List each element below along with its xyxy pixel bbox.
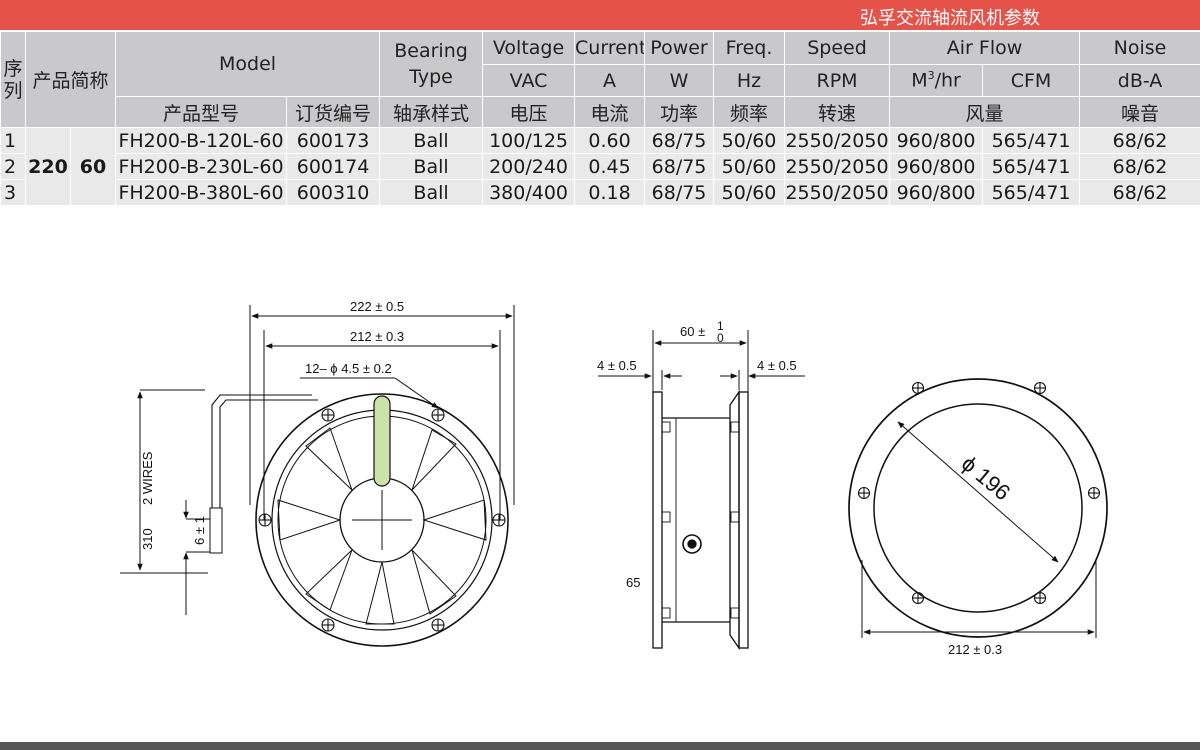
front-view (120, 305, 515, 647)
row-model: FH200-B-230L-60 (115, 153, 288, 180)
row-voltage: 100/125 (482, 127, 576, 154)
row-freq: 50/60 (713, 127, 786, 154)
dim-holes: 12– ϕ 4.5 ± 0.2 (305, 361, 392, 376)
row-noise: 68/62 (1079, 127, 1200, 154)
row-cfm: 565/471 (982, 127, 1081, 154)
unit-m3hr-sup: 3 (927, 69, 935, 83)
row-seq: 2 (0, 153, 26, 180)
row-current: 0.18 (574, 179, 646, 206)
row-bearing: Ball (379, 153, 484, 180)
technical-drawing: 222 ± 0.5 212 ± 0.3 12– ϕ 4.5 ± 0.2 2 WI… (120, 299, 1108, 657)
row-speed: 2550/2050 (784, 153, 891, 180)
cn-header-speed: 转速 (784, 96, 891, 128)
row-bearing: Ball (379, 179, 484, 206)
short-name-60: 60 (69, 127, 117, 206)
row-noise: 68/62 (1079, 179, 1200, 206)
row-power: 68/75 (644, 153, 715, 180)
table-row: 1 220 60 FH200-B-120L-60 600173 Ball 100… (0, 127, 1200, 206)
row-speed: 2550/2050 (784, 179, 891, 206)
cn-header-model: 产品型号 (115, 96, 288, 128)
dim-212-top: 212 ± 0.3 (350, 329, 404, 344)
row-freq: 50/60 (713, 153, 786, 180)
cn-header-current: 电流 (574, 96, 646, 128)
dim-310: 310 (140, 528, 155, 550)
page-title: 弘孚交流轴流风机参数 (860, 8, 1040, 29)
row-bearing: Ball (379, 127, 484, 154)
cn-header-freq: 频率 (713, 96, 786, 128)
row-order-no: 600174 (286, 153, 381, 180)
row-current: 0.45 (574, 153, 646, 180)
header-model: Model (115, 31, 381, 97)
row-noise: 68/62 (1079, 153, 1200, 180)
row-cfm: 565/471 (982, 179, 1081, 206)
dim-6: 6 ± 1 (192, 516, 207, 545)
cn-header-voltage: 电压 (482, 96, 576, 128)
unit-m3hr-base: M (911, 69, 928, 92)
row-cfm: 565/471 (982, 153, 1081, 180)
dim-60-base: 60 ± (680, 324, 705, 339)
row-power: 68/75 (644, 127, 715, 154)
cn-header-airflow: 风量 (889, 96, 1081, 128)
side-view (598, 330, 805, 651)
row-m3hr: 960/800 (889, 179, 984, 206)
row-voltage: 380/400 (482, 179, 576, 206)
spec-table: 序列 产品简称 Model Bearing Type Voltage Curre… (0, 31, 1200, 206)
bottom-bar (0, 742, 1200, 750)
row-seq: 1 (0, 127, 26, 154)
row-model: FH200-B-120L-60 (115, 127, 288, 154)
unit-noise: dB-A (1079, 64, 1200, 97)
dim-4-right: 4 ± 0.5 (757, 358, 797, 373)
header-airflow: Air Flow (889, 31, 1081, 65)
row-speed: 2550/2050 (784, 127, 891, 154)
header-current: Current (574, 31, 646, 65)
table-row: 2 FH200-B-230L-60 600174 Ball 200/240 0.… (0, 153, 1200, 180)
row-order-no: 600173 (286, 127, 381, 154)
dim-4-left: 4 ± 0.5 (597, 358, 637, 373)
dim-60-lower: 0 (717, 331, 724, 345)
header-power: Power (644, 31, 715, 65)
header-speed: Speed (784, 31, 891, 65)
title-bar: 弘孚交流轴流风机参数 (0, 0, 1200, 30)
row-order-no: 600310 (286, 179, 381, 206)
unit-freq: Hz (713, 64, 786, 97)
unit-cfm: CFM (982, 64, 1081, 97)
dim-65: 65 (626, 575, 640, 590)
short-name-220: 220 (25, 127, 71, 206)
cn-header-order-no: 订货编号 (286, 96, 381, 128)
row-m3hr: 960/800 (889, 127, 984, 154)
row-model: FH200-B-380L-60 (115, 179, 288, 206)
dim-212-bottom: 212 ± 0.3 (948, 642, 1002, 657)
row-freq: 50/60 (713, 179, 786, 206)
dim-wires: 2 WIRES (140, 451, 155, 505)
cn-header-noise: 噪音 (1079, 96, 1200, 128)
row-seq: 3 (0, 179, 26, 206)
row-current: 0.60 (574, 127, 646, 154)
unit-m3hr-rest: /hr (934, 69, 961, 92)
header-short-name: 产品简称 (24, 31, 117, 128)
unit-voltage: VAC (482, 64, 576, 97)
table-row: 3 FH200-B-380L-60 600310 Ball 380/400 0.… (0, 179, 1200, 206)
header-noise: Noise (1079, 31, 1200, 65)
header-freq: Freq. (713, 31, 786, 65)
row-power: 68/75 (644, 179, 715, 206)
cn-header-bearing: 轴承样式 (379, 96, 484, 128)
header-seq: 序列 (0, 31, 26, 128)
unit-current: A (574, 64, 646, 97)
unit-power: W (644, 64, 715, 97)
unit-m3hr: M3/hr (889, 64, 984, 97)
cn-header-power: 功率 (644, 96, 715, 128)
dim-222: 222 ± 0.5 (350, 299, 404, 314)
row-m3hr: 960/800 (889, 153, 984, 180)
row-voltage: 200/240 (482, 153, 576, 180)
header-voltage: Voltage (482, 31, 576, 65)
dim-196: ϕ 196 (957, 451, 1015, 506)
header-bearing-type: Bearing Type (379, 31, 484, 97)
unit-speed: RPM (784, 64, 891, 97)
back-view (848, 378, 1108, 638)
